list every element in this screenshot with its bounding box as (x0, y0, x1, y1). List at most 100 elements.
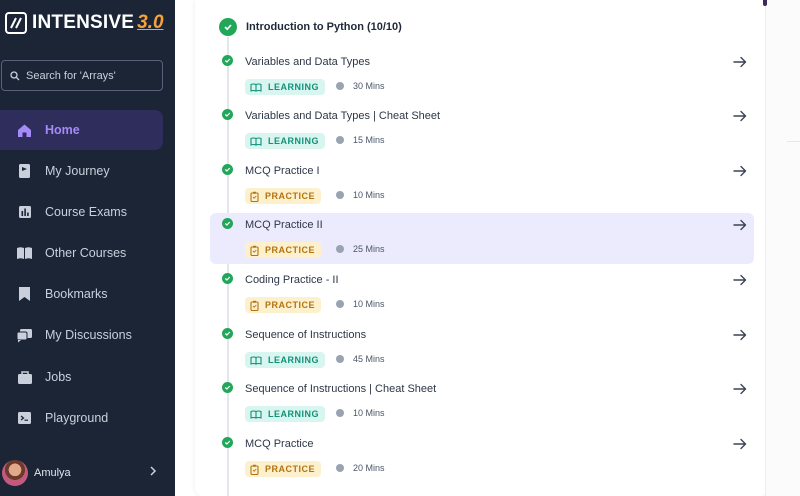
clock-icon (336, 464, 344, 472)
topic-title: MCQ Practice I (245, 165, 320, 177)
clock-icon (336, 409, 344, 417)
duration-label: 25 Mins (353, 244, 385, 254)
topic-type-badge: LEARNING (245, 406, 325, 422)
topic-row[interactable]: Variables and Data Types | Cheat Sheet LE… (210, 104, 754, 155)
book-icon (16, 245, 33, 262)
sidebar-item-home[interactable]: Home (0, 110, 163, 150)
topic-title: Sequence of Instructions | Cheat Sheet (245, 383, 437, 395)
sidebar-item-course-exams[interactable]: Course Exams (0, 192, 163, 232)
module-title: Introduction to Python (10/10) (246, 21, 402, 33)
topic-type-badge: LEARNING (245, 352, 325, 368)
terminal-icon (16, 410, 33, 427)
topic-title: Coding Practice - II (245, 274, 339, 286)
duration-label: 10 Mins (353, 299, 385, 309)
sidebar-item-label: My Journey (45, 164, 110, 178)
clock-icon (336, 191, 344, 199)
sidebar-item-label: Course Exams (45, 205, 127, 219)
arrow-right-icon[interactable] (733, 109, 747, 127)
arrow-right-icon[interactable] (733, 328, 747, 346)
clock-icon (336, 136, 344, 144)
sidebar-item-jobs[interactable]: Jobs (0, 357, 163, 397)
check-circle-icon (222, 218, 233, 229)
clipboard-icon (250, 464, 259, 475)
duration-label: 45 Mins (353, 354, 385, 364)
sidebar-item-bookmarks[interactable]: Bookmarks (0, 274, 163, 314)
topic-type-label: PRACTICE (265, 300, 316, 310)
topic-type-label: LEARNING (268, 355, 319, 365)
topic-duration: 15 Mins (336, 135, 385, 145)
topic-type-badge: LEARNING (245, 79, 325, 95)
check-circle-icon (222, 328, 233, 339)
topic-duration: 30 Mins (336, 81, 385, 91)
topic-type-label: PRACTICE (265, 245, 316, 255)
clock-icon (336, 300, 344, 308)
home-icon (16, 122, 33, 139)
arrow-right-icon[interactable] (733, 218, 747, 236)
check-circle-icon (222, 437, 233, 448)
topic-type-label: LEARNING (268, 136, 319, 146)
search-box[interactable]: Search for 'Arrays' (1, 60, 163, 91)
topic-type-label: LEARNING (268, 409, 319, 419)
module-header[interactable]: Introduction to Python (10/10) (219, 18, 402, 36)
sidebar-item-label: Other Courses (45, 246, 127, 260)
brand-mark-icon (5, 12, 27, 34)
brand-name: INTENSIVE (32, 12, 135, 33)
topic-row[interactable]: Sequence of Instructions | Cheat Sheet LE… (210, 377, 754, 428)
duration-label: 20 Mins (353, 463, 385, 473)
topic-title: Variables and Data Types (245, 56, 370, 68)
topic-row[interactable]: Coding Practice - II PRACTICE 10 Mins (210, 268, 754, 319)
clipboard-icon (250, 245, 259, 256)
check-circle-icon (222, 273, 233, 284)
check-circle-icon (222, 109, 233, 120)
topic-row[interactable]: Sequence of Instructions LEARNING 45 Mins (210, 323, 754, 374)
topic-type-label: PRACTICE (265, 464, 316, 474)
duration-label: 15 Mins (353, 135, 385, 145)
topic-row[interactable]: Variables and Data Types LEARNING 30 Mins (210, 50, 754, 101)
arrow-right-icon[interactable] (733, 437, 747, 455)
journey-icon (16, 163, 33, 180)
sidebar-item-other-courses[interactable]: Other Courses (0, 233, 163, 273)
exams-icon (16, 204, 33, 221)
topic-row[interactable]: MCQ Practice PRACTICE 20 Mins (210, 432, 754, 483)
topic-type-label: LEARNING (268, 82, 319, 92)
sidebar-item-label: Jobs (45, 370, 72, 384)
check-circle-icon (222, 164, 233, 175)
topic-row[interactable]: MCQ Practice II PRACTICE 25 Mins (210, 213, 754, 264)
discussion-icon (16, 327, 33, 344)
right-pane (763, 0, 800, 496)
avatar (2, 460, 28, 486)
arrow-right-icon[interactable] (733, 164, 747, 182)
briefcase-icon (16, 369, 33, 386)
clipboard-icon (250, 300, 259, 311)
clock-icon (336, 82, 344, 90)
sidebar-item-my-journey[interactable]: My Journey (0, 151, 163, 191)
arrow-right-icon[interactable] (733, 382, 747, 400)
search-icon (10, 70, 20, 80)
brand-logo[interactable]: INTENSIVE 3.0 (5, 9, 164, 37)
topic-duration: 10 Mins (336, 190, 385, 200)
check-circle-icon (222, 382, 233, 393)
topic-title: Sequence of Instructions (245, 329, 367, 341)
sidebar-item-label: Bookmarks (45, 287, 108, 301)
sidebar-item-my-discussions[interactable]: My Discussions (0, 315, 163, 355)
clock-icon (336, 355, 344, 363)
check-circle-icon (222, 55, 233, 66)
profile-menu[interactable]: Amulya (0, 456, 175, 490)
book-open-icon (250, 355, 262, 365)
topic-duration: 45 Mins (336, 354, 385, 364)
topic-type-badge: LEARNING (245, 133, 325, 149)
sidebar: INTENSIVE 3.0 Search for 'Arrays' Home My… (0, 0, 175, 496)
arrow-right-icon[interactable] (733, 273, 747, 291)
topic-duration: 20 Mins (336, 463, 385, 473)
arrow-right-icon[interactable] (733, 55, 747, 73)
check-circle-icon (219, 18, 237, 36)
topic-type-badge: PRACTICE (245, 188, 322, 204)
sidebar-item-label: My Discussions (45, 328, 132, 342)
sidebar-item-playground[interactable]: Playground (0, 398, 163, 438)
topic-row[interactable]: MCQ Practice I PRACTICE 10 Mins (210, 159, 754, 210)
topic-duration: 10 Mins (336, 299, 385, 309)
clipboard-icon (250, 191, 259, 202)
topic-type-badge: PRACTICE (245, 297, 322, 313)
book-open-icon (250, 82, 262, 92)
topic-type-badge: PRACTICE (245, 242, 322, 258)
